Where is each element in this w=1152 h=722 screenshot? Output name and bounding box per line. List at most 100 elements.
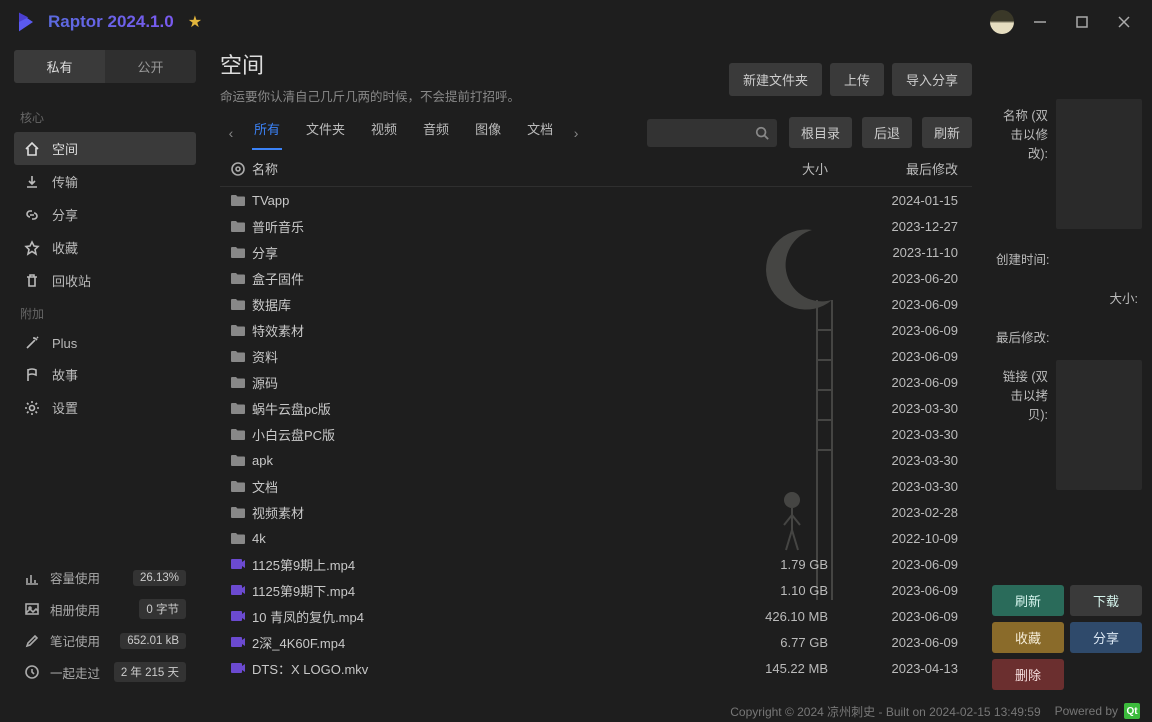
search-icon xyxy=(755,126,769,140)
file-row[interactable]: 2深_4K60F.mp46.77 GB2023-06-09 xyxy=(220,629,972,655)
file-row[interactable]: apk2023-03-30 xyxy=(220,447,972,473)
tab-folder[interactable]: 文件夹 xyxy=(304,115,347,150)
sidebar-item-transfer[interactable]: 传输 xyxy=(14,165,196,198)
sidebar: 私有 公开 核心 空间传输分享收藏回收站 附加 Plus故事设置 容量使用26.… xyxy=(0,44,210,700)
stat-label: 一起走过 xyxy=(50,663,100,682)
qt-icon: Qt xyxy=(1124,703,1140,719)
file-name: 4k xyxy=(252,531,738,546)
folder-icon xyxy=(230,193,252,207)
file-date: 2023-04-13 xyxy=(858,661,968,676)
file-row[interactable]: 文档 2023-03-30 xyxy=(220,473,972,499)
file-row[interactable]: 1125第9期上.mp41.79 GB2023-06-09 xyxy=(220,551,972,577)
nav-back-button[interactable]: ‹ xyxy=(220,125,242,141)
sidebar-item-space[interactable]: 空间 xyxy=(14,132,196,165)
file-name: 10 青凤的复仇.mp4 xyxy=(252,607,738,626)
folder-icon xyxy=(230,219,252,233)
wand-icon xyxy=(24,335,40,351)
list-header: 名称 大小 最后修改 xyxy=(220,151,972,187)
prop-name-value[interactable] xyxy=(1056,99,1142,229)
file-date: 2023-11-10 xyxy=(858,245,968,260)
file-date: 2023-06-09 xyxy=(858,557,968,572)
stat-label: 相册使用 xyxy=(50,600,100,619)
action-refresh-button[interactable]: 刷新 xyxy=(992,585,1064,616)
file-size: 1.79 GB xyxy=(738,557,858,572)
stat-note: 笔记使用652.01 kB xyxy=(14,625,196,656)
folder-icon xyxy=(230,245,252,259)
footer: Copyright © 2024 凉州刺史 - Built on 2024-02… xyxy=(0,700,1152,722)
file-name: 普听音乐 xyxy=(252,217,738,236)
window-minimize-button[interactable] xyxy=(1032,14,1048,30)
file-date: 2023-06-09 xyxy=(858,349,968,364)
file-row[interactable]: 分享2023-11-10 xyxy=(220,239,972,265)
sidebar-item-story[interactable]: 故事 xyxy=(14,358,196,391)
folder-icon xyxy=(230,375,252,389)
window-maximize-button[interactable] xyxy=(1074,14,1090,30)
sidebar-item-plus[interactable]: Plus xyxy=(14,328,196,358)
tab-all[interactable]: 所有 xyxy=(252,115,282,150)
sidebar-item-settings[interactable]: 设置 xyxy=(14,391,196,424)
segment-private[interactable]: 私有 xyxy=(14,50,105,83)
sidebar-item-label: 回收站 xyxy=(52,271,91,290)
file-date: 2023-03-30 xyxy=(858,401,968,416)
sidebar-item-fav[interactable]: 收藏 xyxy=(14,231,196,264)
tab-video[interactable]: 视频 xyxy=(369,115,399,150)
search-input[interactable] xyxy=(647,119,777,147)
file-row[interactable]: 视频素材2023-02-28 xyxy=(220,499,972,525)
gear-icon xyxy=(24,400,40,416)
action-download-button[interactable]: 下载 xyxy=(1070,585,1142,616)
file-row[interactable]: 特效素材2023-06-09 xyxy=(220,317,972,343)
file-row[interactable]: 4k 2022-10-09 xyxy=(220,525,972,551)
nav-forward-button[interactable]: › xyxy=(565,125,587,141)
go-back-button[interactable]: 后退 xyxy=(862,117,912,148)
prop-size-label: 大小: xyxy=(992,282,1142,313)
column-header-modified[interactable]: 最后修改 xyxy=(858,159,968,178)
select-all-icon[interactable] xyxy=(230,161,252,177)
prop-link-value[interactable] xyxy=(1056,360,1142,490)
import-share-button[interactable]: 导入分享 xyxy=(892,63,972,96)
file-date: 2023-03-30 xyxy=(858,427,968,442)
window-close-button[interactable] xyxy=(1116,14,1132,30)
segment-public[interactable]: 公开 xyxy=(105,50,196,83)
action-fav-button[interactable]: 收藏 xyxy=(992,622,1064,653)
avatar[interactable] xyxy=(990,10,1014,34)
file-row[interactable]: 资料2023-06-09 xyxy=(220,343,972,369)
app-title: Raptor 2024.1.0 xyxy=(48,12,174,32)
column-header-name[interactable]: 名称 xyxy=(252,159,738,178)
file-date: 2023-03-30 xyxy=(858,479,968,494)
folder-icon xyxy=(230,531,252,545)
file-name: 盒子固件 xyxy=(252,269,738,288)
column-header-size[interactable]: 大小 xyxy=(738,159,858,178)
new-folder-button[interactable]: 新建文件夹 xyxy=(729,63,822,96)
flag-icon xyxy=(24,367,40,383)
video-icon xyxy=(230,661,252,675)
file-name: 文档 xyxy=(252,477,738,496)
tab-doc[interactable]: 文档 xyxy=(525,115,555,150)
file-row[interactable]: TVapp2024-01-15 xyxy=(220,187,972,213)
file-row[interactable]: DTS：X LOGO.mkv145.22 MB2023-04-13 xyxy=(220,655,972,681)
sidebar-item-trash[interactable]: 回收站 xyxy=(14,264,196,297)
app-logo: Raptor 2024.1.0 ★ xyxy=(12,8,202,36)
file-date: 2023-03-30 xyxy=(858,453,968,468)
folder-icon xyxy=(230,271,252,285)
file-date: 2022-10-09 xyxy=(858,531,968,546)
file-row[interactable]: 数据库2023-06-09 xyxy=(220,291,972,317)
sidebar-item-share[interactable]: 分享 xyxy=(14,198,196,231)
action-share-button[interactable]: 分享 xyxy=(1070,622,1142,653)
file-date: 2023-06-09 xyxy=(858,583,968,598)
root-dir-button[interactable]: 根目录 xyxy=(789,117,852,148)
sidebar-item-label: 空间 xyxy=(52,139,78,158)
file-row[interactable]: 蜗牛云盘pc版2023-03-30 xyxy=(220,395,972,421)
file-row[interactable]: 盒子固件2023-06-20 xyxy=(220,265,972,291)
file-row[interactable]: 源码2023-06-09 xyxy=(220,369,972,395)
file-row[interactable]: 1125第9期下.mp41.10 GB2023-06-09 xyxy=(220,577,972,603)
file-row[interactable]: 普听音乐2023-12-27 xyxy=(220,213,972,239)
tab-image[interactable]: 图像 xyxy=(473,115,503,150)
action-delete-button[interactable]: 删除 xyxy=(992,659,1064,690)
refresh-button[interactable]: 刷新 xyxy=(922,117,972,148)
file-date: 2023-06-09 xyxy=(858,297,968,312)
tab-audio[interactable]: 音频 xyxy=(421,115,451,150)
upload-button[interactable]: 上传 xyxy=(830,63,884,96)
file-row[interactable]: 小白云盘PC版2023-03-30 xyxy=(220,421,972,447)
video-icon xyxy=(230,609,252,623)
file-row[interactable]: 10 青凤的复仇.mp4426.10 MB2023-06-09 xyxy=(220,603,972,629)
